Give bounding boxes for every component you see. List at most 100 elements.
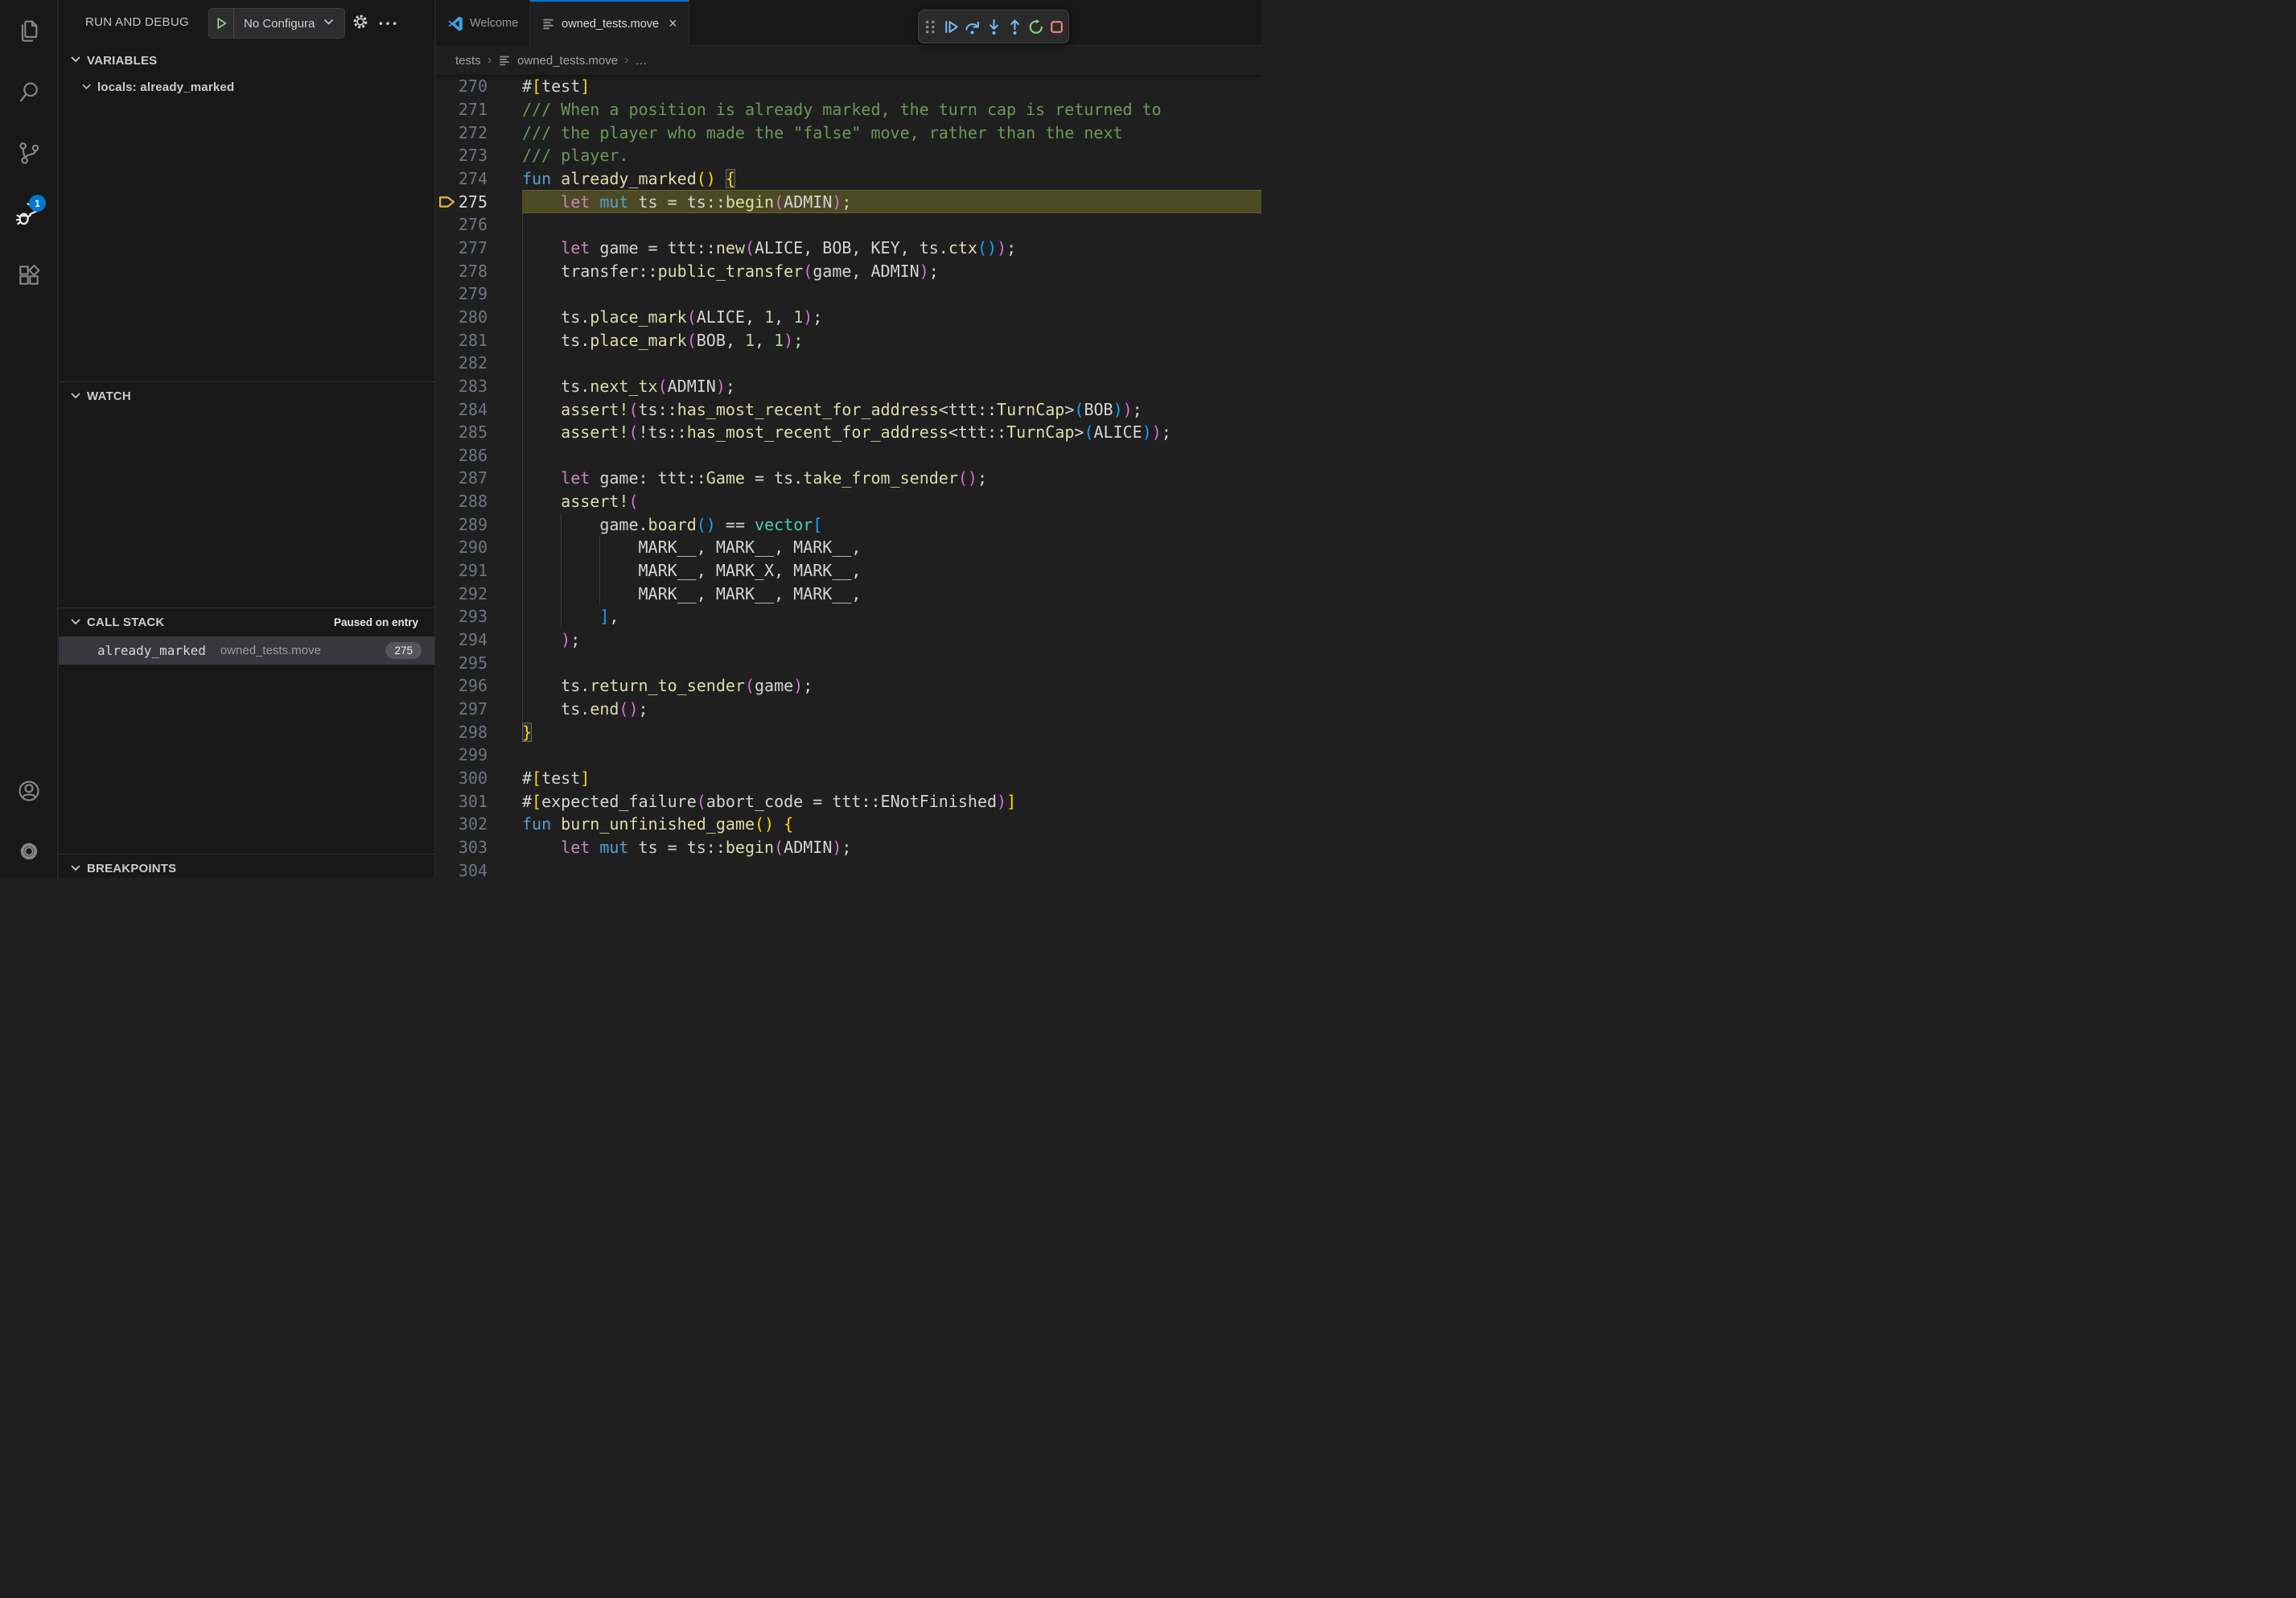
code-line-292[interactable]: 292 MARK__, MARK__, MARK__, bbox=[436, 582, 1261, 605]
debug-config-dropdown[interactable]: No Configura bbox=[208, 8, 345, 39]
code-line-290[interactable]: 290 MARK__, MARK__, MARK__, bbox=[436, 536, 1261, 559]
debug-current-line-marker[interactable] bbox=[438, 195, 455, 209]
line-number: 296 bbox=[455, 676, 488, 695]
tab-welcome[interactable]: Welcome bbox=[436, 0, 530, 46]
step-over-button[interactable] bbox=[963, 17, 982, 36]
activity-item-run-and-debug[interactable]: 1 bbox=[0, 183, 58, 245]
code-line-282[interactable]: 282 bbox=[436, 352, 1261, 375]
code-text: ts.place_mark(ALICE, 1, 1); bbox=[522, 307, 822, 327]
line-number: 284 bbox=[455, 400, 488, 419]
code-line-278[interactable]: 278 transfer::public_transfer(game, ADMI… bbox=[436, 259, 1261, 282]
code-line-304[interactable]: 304 bbox=[436, 859, 1261, 878]
step-out-button[interactable] bbox=[1005, 17, 1024, 36]
code-text: /// When a position is already marked, t… bbox=[522, 100, 1162, 119]
code-line-283[interactable]: 283 ts.next_tx(ADMIN); bbox=[436, 375, 1261, 398]
continue-button[interactable] bbox=[942, 17, 961, 36]
code-area[interactable]: 270#[test]271/// When a position is alre… bbox=[436, 75, 1261, 878]
code-line-280[interactable]: 280 ts.place_mark(ALICE, 1, 1); bbox=[436, 306, 1261, 329]
code-text: game.board() == vector[ bbox=[522, 515, 822, 534]
debug-status: Paused on entry bbox=[334, 616, 418, 628]
step-into-button[interactable] bbox=[984, 17, 1003, 36]
code-line-289[interactable]: 289 game.board() == vector[ bbox=[436, 513, 1261, 536]
code-text: ); bbox=[522, 630, 580, 649]
code-line-299[interactable]: 299 bbox=[436, 743, 1261, 767]
code-line-284[interactable]: 284 assert!(ts::has_most_recent_for_addr… bbox=[436, 397, 1261, 421]
line-number: 294 bbox=[455, 630, 488, 649]
tab-owned-tests-move[interactable]: owned_tests.move × bbox=[530, 0, 689, 46]
tab-label: Welcome bbox=[470, 17, 518, 30]
section-watch[interactable]: WATCH bbox=[59, 381, 434, 410]
code-line-300[interactable]: 300#[test] bbox=[436, 767, 1261, 790]
code-line-272[interactable]: 272/// the player who made the "false" m… bbox=[436, 121, 1261, 144]
code-line-285[interactable]: 285 assert!(!ts::has_most_recent_for_add… bbox=[436, 421, 1261, 444]
code-line-277[interactable]: 277 let game = ttt::new(ALICE, BOB, KEY,… bbox=[436, 237, 1261, 260]
code-line-273[interactable]: 273/// player. bbox=[436, 144, 1261, 167]
code-line-281[interactable]: 281 ts.place_mark(BOB, 1, 1); bbox=[436, 328, 1261, 352]
vscode-logo-icon bbox=[447, 15, 463, 31]
activity-item-extensions[interactable] bbox=[0, 245, 58, 306]
activity-item-settings[interactable] bbox=[0, 821, 58, 882]
code-line-295[interactable]: 295 bbox=[436, 651, 1261, 674]
frame-line-badge: 275 bbox=[385, 642, 422, 659]
activity-item-explorer[interactable] bbox=[0, 0, 58, 61]
breadcrumb-separator: › bbox=[624, 53, 628, 68]
variables-scope-row[interactable]: locals: already_marked bbox=[59, 75, 434, 100]
section-variables[interactable]: VARIABLES bbox=[59, 46, 434, 75]
breadcrumb-item-symbol[interactable]: … bbox=[635, 54, 647, 68]
files-icon bbox=[16, 18, 42, 43]
sidebar-title: RUN AND DEBUG bbox=[85, 15, 189, 29]
activity-item-account[interactable] bbox=[0, 760, 58, 822]
section-title: CALL STACK bbox=[87, 616, 164, 629]
code-text: /// the player who made the "false" move… bbox=[522, 123, 1123, 142]
debug-settings-gear-icon[interactable] bbox=[350, 11, 371, 36]
line-number: 275 bbox=[455, 192, 488, 212]
code-line-288[interactable]: 288 assert!( bbox=[436, 490, 1261, 513]
line-number: 280 bbox=[455, 307, 488, 327]
code-line-271[interactable]: 271/// When a position is already marked… bbox=[436, 98, 1261, 121]
line-number: 288 bbox=[455, 492, 488, 511]
code-line-301[interactable]: 301#[expected_failure(abort_code = ttt::… bbox=[436, 789, 1261, 813]
code-line-298[interactable]: 298} bbox=[436, 720, 1261, 743]
search-icon bbox=[16, 79, 42, 105]
run-and-debug-sidebar: RUN AND DEBUG No Configura bbox=[59, 0, 435, 878]
code-text: let mut ts = ts::begin(ADMIN); bbox=[522, 192, 851, 212]
chevron-down-icon bbox=[323, 16, 335, 31]
code-line-287[interactable]: 287 let game: ttt::Game = ts.take_from_s… bbox=[436, 467, 1261, 490]
breadcrumb-item-file[interactable]: owned_tests.move bbox=[517, 54, 618, 68]
code-text: ts.return_to_sender(game); bbox=[522, 676, 813, 695]
code-text: let mut ts = ts::begin(ADMIN); bbox=[522, 838, 851, 857]
stop-button[interactable] bbox=[1047, 17, 1067, 36]
code-text: fun already_marked() { bbox=[522, 169, 735, 188]
code-line-279[interactable]: 279 bbox=[436, 282, 1261, 306]
code-line-293[interactable]: 293 ], bbox=[436, 605, 1261, 628]
activity-item-search[interactable] bbox=[0, 61, 58, 122]
section-breakpoints[interactable]: BREAKPOINTS bbox=[59, 854, 434, 883]
close-icon[interactable]: × bbox=[669, 15, 677, 32]
section-call-stack[interactable]: CALL STACK Paused on entry bbox=[59, 607, 434, 636]
start-debug-icon[interactable] bbox=[209, 16, 233, 31]
activity-item-source-control[interactable] bbox=[0, 122, 58, 183]
debug-badge: 1 bbox=[29, 195, 46, 212]
code-text: assert!( bbox=[522, 492, 639, 511]
editor-group: Welcome owned_tests.move × bbox=[436, 0, 1261, 878]
code-line-303[interactable]: 303 let mut ts = ts::begin(ADMIN); bbox=[436, 836, 1261, 859]
tab-label: owned_tests.move bbox=[562, 18, 659, 31]
code-line-302[interactable]: 302fun burn_unfinished_game() { bbox=[436, 813, 1261, 836]
code-line-276[interactable]: 276 bbox=[436, 213, 1261, 237]
code-line-275[interactable]: 275 let mut ts = ts::begin(ADMIN); bbox=[436, 190, 1261, 213]
line-number: 283 bbox=[455, 377, 488, 396]
line-number: 304 bbox=[455, 861, 488, 878]
code-line-286[interactable]: 286 bbox=[436, 444, 1261, 467]
code-line-296[interactable]: 296 ts.return_to_sender(game); bbox=[436, 674, 1261, 698]
toolbar-drag-handle[interactable] bbox=[920, 17, 940, 36]
call-stack-frame-row[interactable]: already_marked owned_tests.move 275 bbox=[59, 636, 434, 665]
code-line-291[interactable]: 291 MARK__, MARK_X, MARK__, bbox=[436, 559, 1261, 583]
breadcrumb-item-tests[interactable]: tests bbox=[455, 54, 481, 68]
code-line-297[interactable]: 297 ts.end(); bbox=[436, 698, 1261, 721]
code-text: #[expected_failure(abort_code = ttt::ENo… bbox=[522, 792, 1016, 811]
code-line-294[interactable]: 294 ); bbox=[436, 628, 1261, 652]
code-text: assert!(ts::has_most_recent_for_address<… bbox=[522, 400, 1142, 419]
code-line-274[interactable]: 274fun already_marked() { bbox=[436, 167, 1261, 191]
restart-button[interactable] bbox=[1027, 17, 1046, 36]
more-actions-icon[interactable] bbox=[377, 11, 398, 36]
